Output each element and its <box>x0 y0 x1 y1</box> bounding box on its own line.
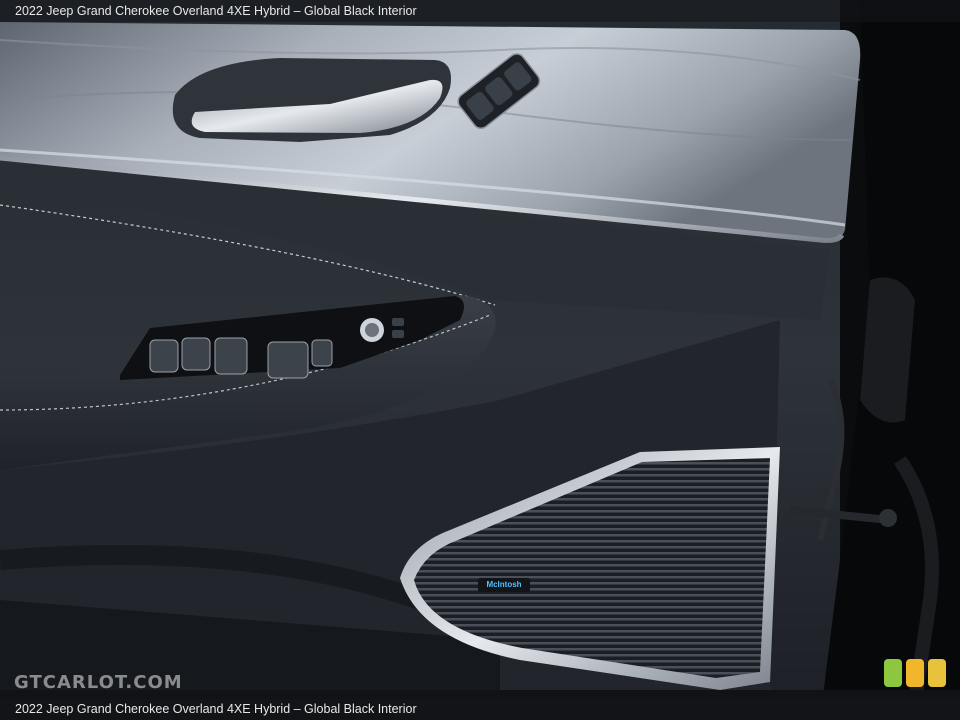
caption-bottom: 2022 Jeep Grand Cherokee Overland 4XE Hy… <box>0 698 960 720</box>
watermark-logo: GTCARLOT.COM <box>14 672 183 693</box>
swatch-orange <box>906 659 924 687</box>
photo-frame: 2022 Jeep Grand Cherokee Overland 4XE Hy… <box>0 0 960 720</box>
door-panel-photo <box>0 0 960 720</box>
speaker-badge: McIntosh <box>486 580 522 589</box>
swatch-green <box>884 659 902 687</box>
swatch-yellow <box>928 659 946 687</box>
caption-top: 2022 Jeep Grand Cherokee Overland 4XE Hy… <box>0 0 960 22</box>
color-swatches <box>884 659 946 687</box>
